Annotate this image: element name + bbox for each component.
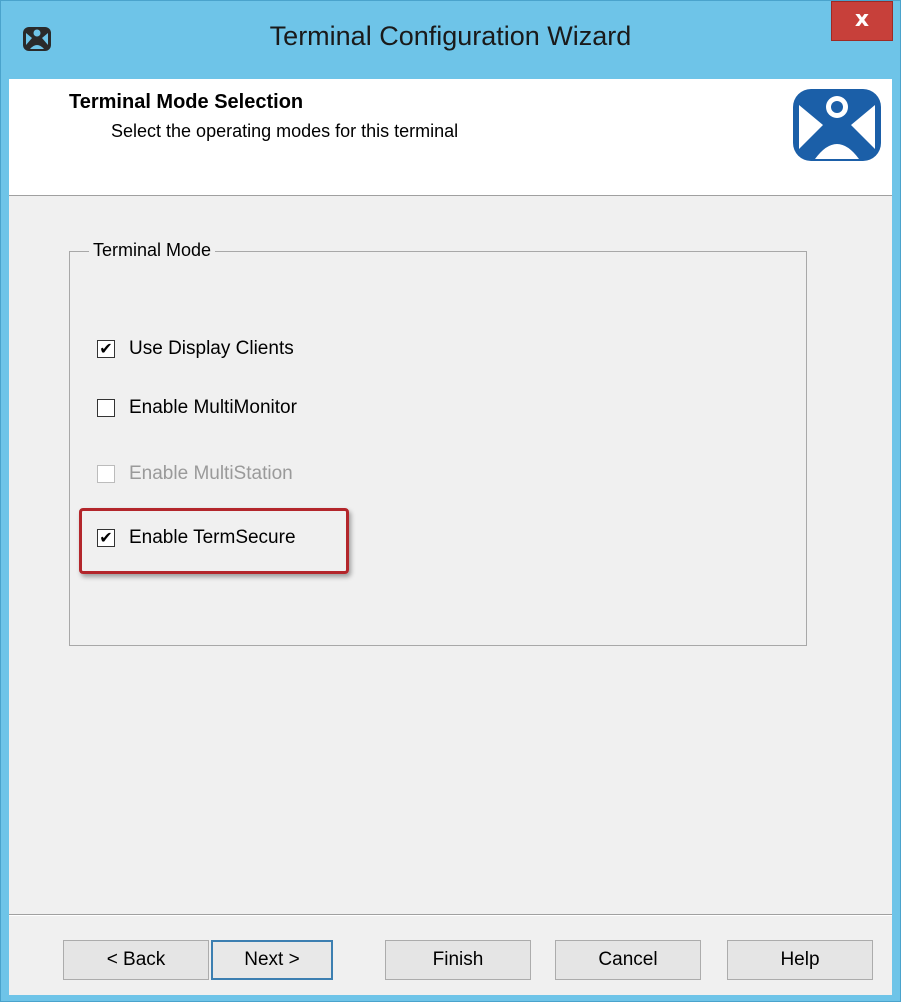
checkbox-checked-icon[interactable]: ✔ <box>97 340 115 358</box>
enable-multimonitor-checkbox[interactable]: Enable MultiMonitor <box>97 393 297 423</box>
next-button[interactable]: Next > <box>211 940 333 980</box>
window-title: Terminal Configuration Wizard <box>269 21 632 51</box>
use-display-clients-checkbox[interactable]: ✔ Use Display Clients <box>97 334 294 364</box>
checkbox-unchecked-icon[interactable] <box>97 399 115 417</box>
thinmanager-logo-icon <box>793 89 881 161</box>
page-title: Terminal Mode Selection <box>69 91 304 113</box>
checkbox-label: Enable MultiMonitor <box>129 397 297 418</box>
page-subtitle: Select the operating modes for this term… <box>111 121 459 141</box>
terminal-mode-group <box>69 251 807 646</box>
footer-divider <box>9 914 892 916</box>
checkbox-disabled-icon <box>97 465 115 483</box>
back-button[interactable]: < Back <box>63 940 209 980</box>
checkbox-label: Use Display Clients <box>129 338 294 359</box>
finish-button[interactable]: Finish <box>385 940 531 980</box>
wizard-client-area: Terminal Mode Selection Select the opera… <box>9 79 892 995</box>
help-button[interactable]: Help <box>727 940 873 980</box>
title-bar[interactable]: Terminal Configuration Wizard x <box>1 1 900 77</box>
wizard-header: Terminal Mode Selection Select the opera… <box>9 79 892 196</box>
checkbox-label: Enable MultiStation <box>129 463 293 484</box>
close-button[interactable]: x <box>831 1 893 41</box>
annotation-highlight-box <box>79 508 349 574</box>
wizard-window: Terminal Configuration Wizard x Terminal… <box>0 0 901 1002</box>
enable-multistation-checkbox: Enable MultiStation <box>97 459 293 489</box>
group-legend: Terminal Mode <box>89 240 216 261</box>
close-icon: x <box>854 7 870 32</box>
cancel-button[interactable]: Cancel <box>555 940 701 980</box>
